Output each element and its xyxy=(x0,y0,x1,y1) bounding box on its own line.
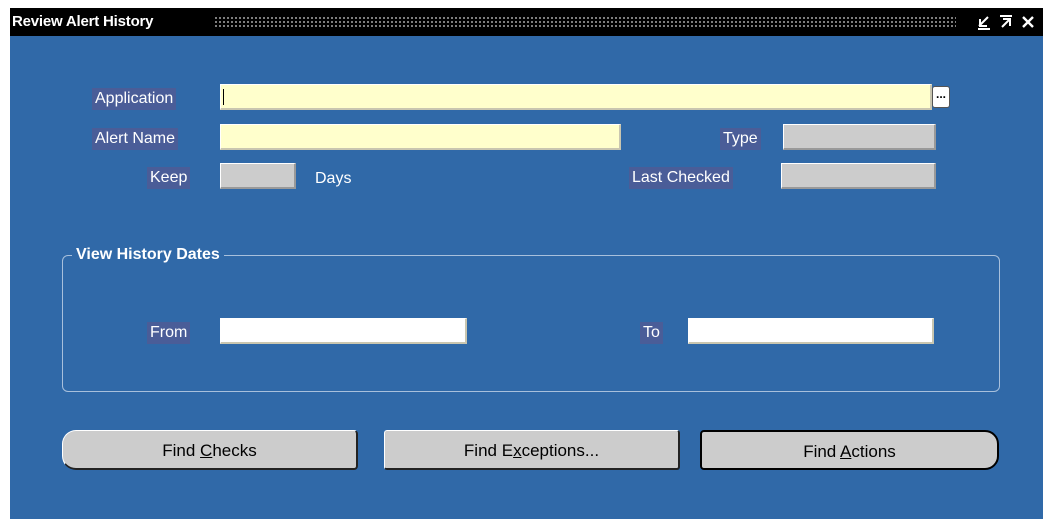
to-label: To xyxy=(640,322,663,344)
alert-name-input[interactable] xyxy=(221,125,619,148)
type-field[interactable] xyxy=(783,124,936,150)
close-icon[interactable] xyxy=(1020,11,1038,33)
type-label: Type xyxy=(720,128,761,150)
find-exceptions-mnemonic: x xyxy=(513,441,522,460)
title-bar-grip xyxy=(214,16,956,28)
view-history-dates-title: View History Dates xyxy=(72,244,224,266)
alert-name-field[interactable] xyxy=(220,124,621,150)
last-checked-label: Last Checked xyxy=(629,167,733,189)
keep-field[interactable] xyxy=(220,163,296,189)
last-checked-field[interactable] xyxy=(781,163,936,189)
find-exceptions-label-start: Find E xyxy=(463,441,514,460)
keep-label: Keep xyxy=(147,167,191,189)
keep-input[interactable] xyxy=(221,164,294,187)
find-exceptions-button[interactable]: Find Exceptions... xyxy=(384,430,680,470)
days-unit-label: Days xyxy=(315,170,352,187)
minimize-icon[interactable] xyxy=(976,11,994,33)
find-actions-button[interactable]: Find Actions xyxy=(700,430,999,470)
application-input[interactable] xyxy=(221,85,930,108)
alert-name-label: Alert Name xyxy=(92,128,179,150)
window-title: Review Alert History xyxy=(12,13,154,30)
find-actions-label-start: Find xyxy=(803,442,841,461)
find-checks-label-start: Find xyxy=(162,441,201,460)
find-exceptions-label-end: ceptions... xyxy=(521,441,600,460)
application-field[interactable] xyxy=(220,84,932,110)
from-date-field[interactable] xyxy=(220,318,467,344)
last-checked-input[interactable] xyxy=(782,164,934,187)
find-checks-button[interactable]: Find Checks xyxy=(62,430,358,470)
find-checks-mnemonic: C xyxy=(200,441,213,460)
title-bar[interactable]: Review Alert History xyxy=(10,8,1043,36)
ellipsis-icon: ... xyxy=(935,87,946,101)
type-input[interactable] xyxy=(784,125,934,148)
find-checks-label-end: hecks xyxy=(212,441,257,460)
list-of-values-button[interactable]: ... xyxy=(932,86,950,108)
to-date-field[interactable] xyxy=(688,318,934,344)
to-date-input[interactable] xyxy=(689,319,932,342)
from-label: From xyxy=(147,322,191,344)
maximize-icon[interactable] xyxy=(998,11,1016,33)
find-actions-mnemonic: A xyxy=(840,442,852,461)
application-label: Application xyxy=(92,88,177,110)
find-actions-label-end: ctions xyxy=(851,442,896,461)
text-cursor xyxy=(223,89,224,105)
review-alert-history-window: Review Alert History Application ... Ale… xyxy=(10,8,1043,519)
from-date-input[interactable] xyxy=(221,319,465,342)
